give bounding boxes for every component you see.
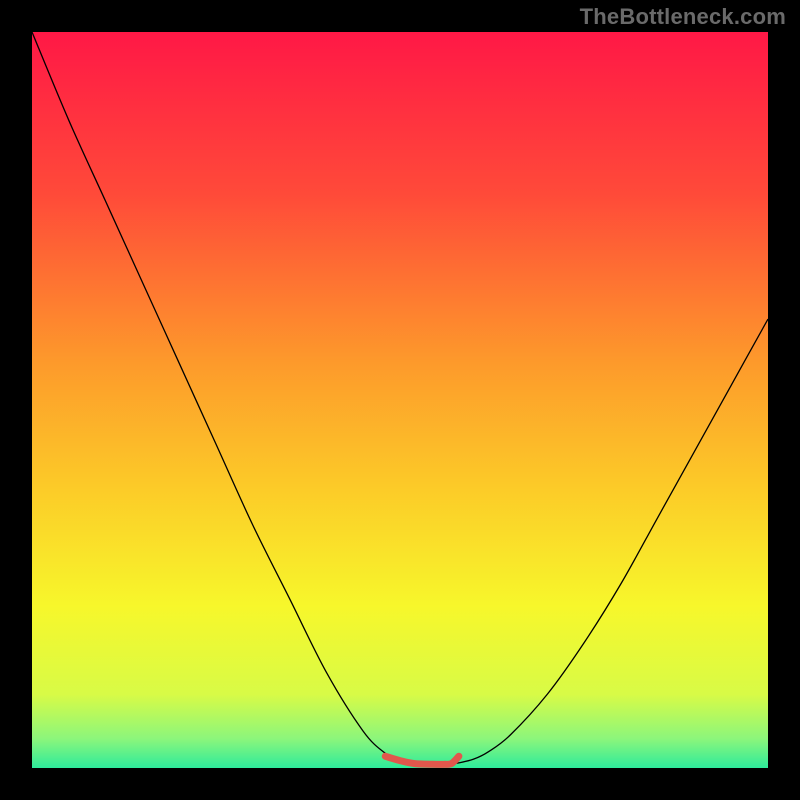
- watermark-text: TheBottleneck.com: [580, 4, 786, 30]
- chart-background-gradient: [32, 32, 768, 768]
- chart-plot-area: [32, 32, 768, 768]
- chart-svg: [32, 32, 768, 768]
